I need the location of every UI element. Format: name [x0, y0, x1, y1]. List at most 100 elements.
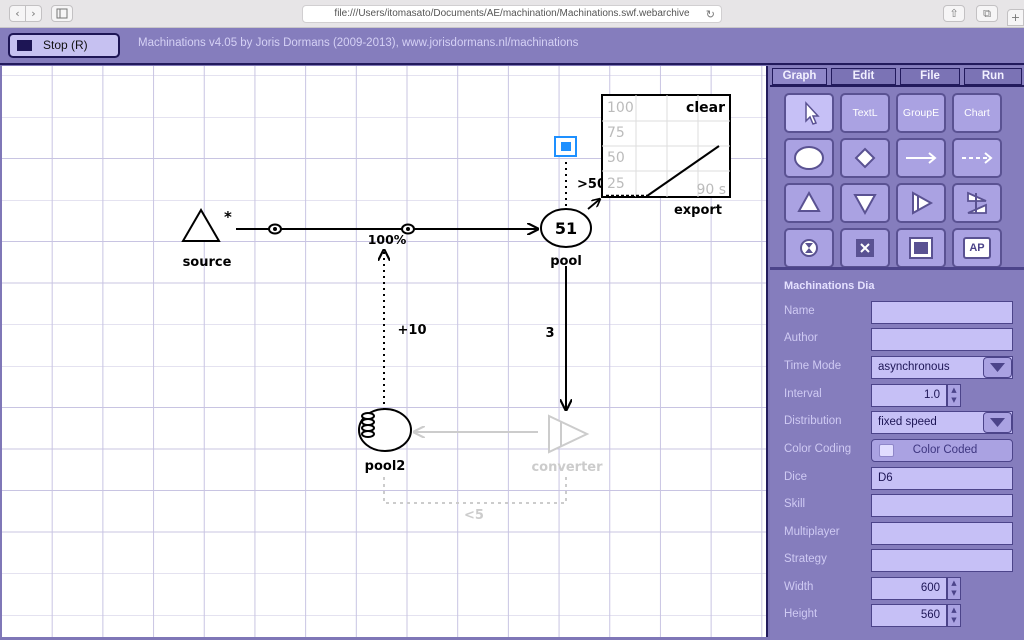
right-panel: Graph Edit File Run TextL GroupE Chart A… [770, 66, 1024, 640]
trader-icon [967, 191, 987, 214]
height-label: Height [784, 608, 818, 620]
chart-clear-button[interactable]: clear [686, 100, 725, 116]
artificial-player-label: AP [969, 242, 985, 254]
strategy-label: Strategy [784, 553, 827, 565]
height-stepper[interactable]: ▲ ▼ [947, 604, 961, 627]
rate-label: 100% [368, 232, 407, 247]
diagram-canvas[interactable]: * source 100% 51 pool >50 100 75 50 25 9… [2, 66, 768, 637]
converter-tool-button[interactable] [896, 183, 946, 223]
modifier-label: +10 [398, 323, 427, 338]
interval-stepper[interactable]: ▲ ▼ [947, 384, 961, 407]
credits-text: Machinations v4.05 by Joris Dormans (200… [138, 37, 579, 49]
chart-tick-label: 100 [607, 100, 634, 116]
skill-label: Skill [784, 498, 806, 510]
trader-tool-button[interactable] [952, 183, 1002, 223]
forward-button[interactable]: › [25, 5, 42, 22]
register-tool-button[interactable] [896, 228, 946, 268]
share-button[interactable]: ⇧ [943, 5, 965, 22]
time-mode-label: Time Mode [784, 360, 842, 372]
converter-label: converter [531, 460, 603, 475]
dice-label: Dice [784, 471, 808, 483]
text-tool-label: TextL [852, 107, 878, 119]
tab-file[interactable]: File [900, 68, 960, 85]
chart-tick-label: 25 [607, 176, 625, 192]
resource-connection-tool-button[interactable] [896, 138, 946, 178]
strategy-input[interactable] [871, 549, 1013, 572]
interval-input[interactable]: 1.0 [871, 384, 947, 407]
stop-button-label: Stop (R) [43, 38, 88, 52]
source-tool-button[interactable] [784, 183, 834, 223]
tab-graph[interactable]: Graph [772, 68, 827, 85]
converter-icon [912, 191, 934, 215]
state-connection-converter-pool2[interactable] [383, 473, 567, 504]
color-coding-label: Color Coding [784, 443, 852, 455]
group-tool-label: GroupE [902, 107, 940, 119]
group-tool-button[interactable]: GroupE [896, 93, 946, 133]
back-button[interactable]: ‹ [9, 5, 26, 22]
converter-node[interactable]: converter [531, 414, 603, 475]
drain-tool-button[interactable] [840, 183, 890, 223]
name-input[interactable] [871, 301, 1013, 324]
forward-icon: › [31, 7, 36, 20]
skill-input[interactable] [871, 494, 1013, 517]
text-tool-button[interactable]: TextL [840, 93, 890, 133]
back-icon: ‹ [15, 7, 20, 20]
new-tab-button[interactable]: + [1007, 9, 1024, 26]
register-node-selected[interactable] [554, 136, 577, 157]
tab-edit[interactable]: Edit [831, 68, 896, 85]
circle-icon [794, 146, 824, 170]
tab-run[interactable]: Run [964, 68, 1022, 85]
artificial-player-tool-button[interactable]: AP [952, 228, 1002, 268]
pool2-node[interactable]: pool2 [358, 408, 412, 474]
tabs-button[interactable]: ⧉ [976, 5, 998, 22]
hourglass-icon [800, 239, 818, 257]
chart-node[interactable]: 100 75 50 25 90 s clear export [601, 94, 731, 218]
gate-tool-button[interactable] [840, 138, 890, 178]
delay-tool-button[interactable] [784, 228, 834, 268]
chart-time-label: 90 s [696, 182, 726, 198]
checkbox-icon [879, 444, 894, 457]
sidebar-toggle-button[interactable] [51, 5, 73, 22]
source-node[interactable]: * source [181, 208, 232, 270]
chart-tool-button[interactable]: Chart [952, 93, 1002, 133]
pool-tool-button[interactable] [784, 138, 834, 178]
dice-input[interactable]: D6 [871, 467, 1013, 490]
distribution-dropdown-button[interactable] [983, 412, 1012, 433]
chart-tick-label: 50 [607, 150, 625, 166]
diagram-svg[interactable]: * source 100% 51 pool >50 100 75 50 25 9… [2, 66, 768, 637]
chevron-down-icon [990, 418, 1005, 427]
pool-node[interactable]: 51 pool [540, 208, 592, 269]
address-bar[interactable]: file:///Users/itomasato/Documents/AE/mac… [302, 5, 722, 23]
multiplayer-label: Multiplayer [784, 526, 840, 538]
time-mode-dropdown-button[interactable] [983, 357, 1012, 378]
color-coding-toggle[interactable]: Color Coded [871, 439, 1013, 462]
browser-toolbar: ‹ › file:///Users/itomasato/Documents/AE… [0, 0, 1024, 28]
source-star: * [224, 208, 232, 226]
pool2-label: pool2 [365, 459, 406, 474]
stop-button[interactable]: Stop (R) [8, 33, 120, 58]
reload-icon[interactable]: ↻ [706, 7, 715, 23]
triangle-down-icon [853, 194, 877, 216]
chart-export-button[interactable]: export [674, 203, 722, 218]
plus-icon: + [1010, 11, 1021, 24]
state-connection-tool-button[interactable] [952, 138, 1002, 178]
name-label: Name [784, 305, 815, 317]
panel-title: Machinations Dia [784, 280, 875, 292]
height-input[interactable]: 560 [871, 604, 947, 627]
interval-label: Interval [784, 388, 822, 400]
width-input[interactable]: 600 [871, 577, 947, 600]
stop-icon [17, 40, 32, 51]
cursor-icon [805, 101, 820, 125]
dashed-arrow-icon [962, 152, 993, 164]
time-mode-value: asynchronous [878, 361, 950, 373]
end-condition-tool-button[interactable] [840, 228, 890, 268]
author-input[interactable] [871, 328, 1013, 351]
width-stepper[interactable]: ▲ ▼ [947, 577, 961, 600]
multiplayer-input[interactable] [871, 522, 1013, 545]
select-tool-button[interactable] [784, 93, 834, 133]
app-toolbar: Stop (R) Machinations v4.05 by Joris Dor… [0, 28, 1024, 65]
tabs-icon: ⧉ [983, 7, 991, 20]
share-icon: ⇧ [949, 7, 959, 20]
sidebar-icon [56, 8, 68, 19]
flow-label: 3 [545, 326, 554, 341]
